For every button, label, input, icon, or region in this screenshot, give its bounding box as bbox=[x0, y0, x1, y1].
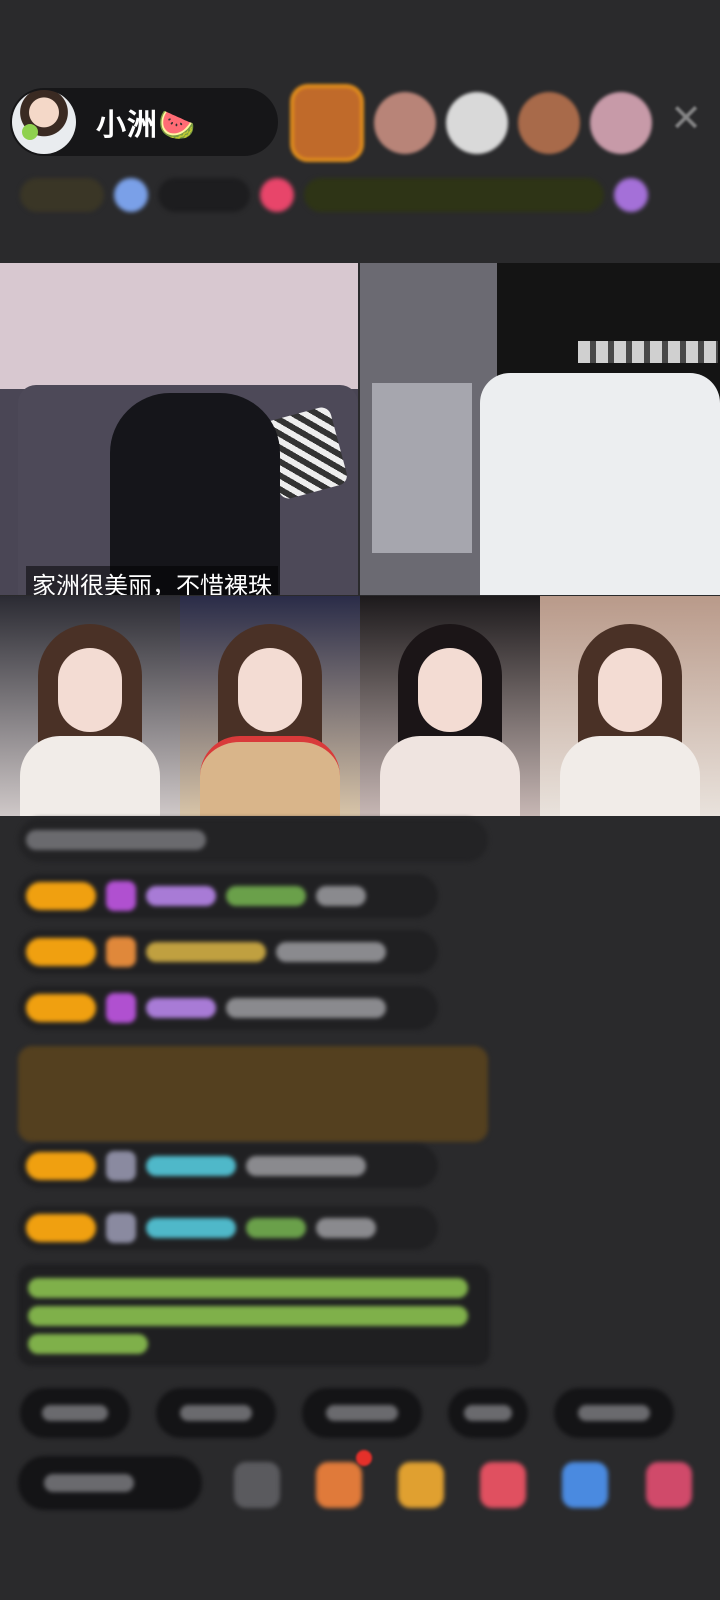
gift-message-banner[interactable] bbox=[18, 1046, 488, 1142]
level-badge bbox=[26, 938, 96, 966]
level-badge bbox=[26, 1214, 96, 1242]
system-notice bbox=[18, 1264, 490, 1366]
gift-box-icon[interactable] bbox=[316, 1462, 362, 1508]
host-avatar[interactable] bbox=[12, 90, 76, 154]
event-icon[interactable] bbox=[614, 178, 648, 212]
rank-icon bbox=[114, 178, 148, 212]
quick-reply-button[interactable] bbox=[20, 1388, 130, 1438]
gem-icon bbox=[106, 881, 136, 911]
guest-face bbox=[58, 648, 122, 732]
share-icon[interactable] bbox=[562, 1462, 608, 1508]
room-info-row bbox=[20, 172, 648, 218]
activity-banner[interactable] bbox=[304, 178, 604, 212]
quick-reply-button[interactable] bbox=[448, 1388, 528, 1438]
emoji-icon[interactable] bbox=[234, 1462, 280, 1508]
chat-message[interactable] bbox=[18, 874, 438, 918]
guest-video-tile[interactable]: 家洲很美丽，不惜裸珠 bbox=[0, 263, 358, 595]
more-icon[interactable] bbox=[646, 1462, 692, 1508]
level-badge bbox=[26, 994, 96, 1022]
guest-video-tile[interactable] bbox=[0, 596, 180, 816]
guest-video-tile[interactable] bbox=[360, 263, 720, 595]
game-icon[interactable] bbox=[480, 1462, 526, 1508]
viewer-avatar[interactable] bbox=[518, 92, 580, 154]
room-id bbox=[158, 178, 250, 212]
guest-body bbox=[560, 736, 700, 816]
notification-dot bbox=[356, 1450, 372, 1466]
close-icon[interactable]: ✕ bbox=[664, 96, 708, 140]
chat-message[interactable] bbox=[18, 986, 438, 1030]
level-badge bbox=[26, 882, 96, 910]
chat-message[interactable] bbox=[18, 818, 488, 862]
room-tag[interactable] bbox=[20, 178, 104, 212]
top-viewers-strip bbox=[290, 84, 652, 162]
guest-body bbox=[380, 736, 520, 816]
gem-icon bbox=[106, 993, 136, 1023]
chat-message[interactable] bbox=[18, 1144, 438, 1188]
quick-reply-button[interactable] bbox=[302, 1388, 422, 1438]
host-info-pill[interactable]: 小洲🍉 bbox=[10, 88, 278, 156]
guest-face bbox=[238, 648, 302, 732]
side-table bbox=[372, 383, 472, 553]
quick-reply-button[interactable] bbox=[156, 1388, 276, 1438]
light-strip bbox=[578, 341, 718, 363]
treasure-icon[interactable] bbox=[398, 1462, 444, 1508]
chat-message[interactable] bbox=[18, 1206, 438, 1250]
quick-reply-button[interactable] bbox=[554, 1388, 674, 1438]
host-name: 小洲🍉 bbox=[96, 108, 197, 143]
viewer-avatar[interactable] bbox=[374, 92, 436, 154]
quick-reply-row bbox=[20, 1388, 674, 1438]
medal-icon bbox=[106, 937, 136, 967]
guest-figure bbox=[110, 393, 280, 595]
fan-badge-icon bbox=[106, 1151, 136, 1181]
guest-video-tile[interactable] bbox=[540, 596, 720, 816]
chat-message[interactable] bbox=[18, 930, 438, 974]
viewer-avatar[interactable] bbox=[446, 92, 508, 154]
level-badge bbox=[26, 1152, 96, 1180]
fan-badge-icon bbox=[106, 1213, 136, 1243]
guest-video-tile[interactable] bbox=[180, 596, 360, 816]
viewer-avatar[interactable] bbox=[590, 92, 652, 154]
follow-icon[interactable] bbox=[260, 178, 294, 212]
guest-face bbox=[598, 648, 662, 732]
chat-input[interactable] bbox=[18, 1456, 202, 1510]
guest-body bbox=[200, 736, 340, 816]
guest-face bbox=[418, 648, 482, 732]
viewer-avatar[interactable] bbox=[290, 84, 364, 162]
video-caption: 家洲很美丽，不惜裸珠 bbox=[26, 566, 278, 595]
guest-video-tile[interactable] bbox=[360, 596, 540, 816]
empty-seat bbox=[480, 373, 720, 595]
guest-body bbox=[20, 736, 160, 816]
